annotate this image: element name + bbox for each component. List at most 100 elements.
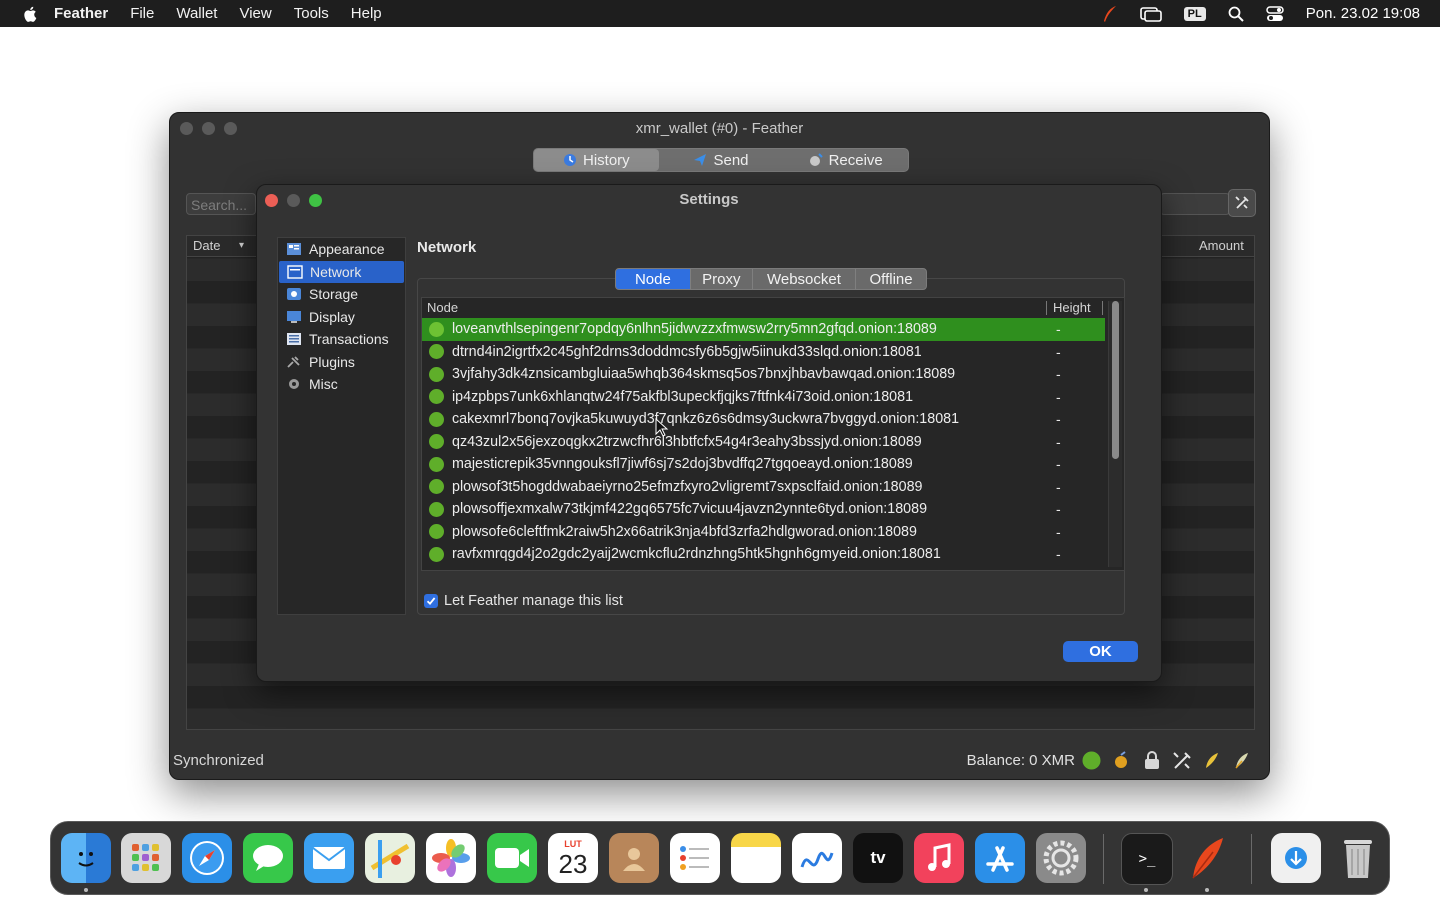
launchpad-icon[interactable] [121,833,171,883]
freeform-icon[interactable] [792,833,842,883]
column-node[interactable]: Node [427,300,458,315]
category-label: Storage [309,286,359,303]
tab-send[interactable]: Send [659,152,784,169]
appearance-icon [286,242,302,256]
category-network[interactable]: Network [279,260,404,283]
running-indicator [84,888,88,892]
history-filter-field[interactable] [1160,193,1230,215]
system-settings-icon[interactable] [1036,833,1086,883]
calendar-icon[interactable]: LUT 23 [548,833,598,883]
manage-list-option[interactable]: Let Feather manage this list [424,593,623,609]
node-row[interactable]: 3vjfahy3dk4znsicambgluiaa5whqb364skmsq5o… [422,363,1105,386]
node-height: - [1056,388,1061,405]
node-row[interactable]: qz43zul2x56jexzoqgkx2trzwcfhr6l3hbtfcfx5… [422,431,1105,454]
history-tools-button[interactable] [1228,189,1256,217]
ok-button[interactable]: OK [1063,641,1138,662]
category-label: Misc [309,376,338,393]
menu-clock[interactable]: Pon. 23.02 19:08 [1306,5,1420,22]
column-height[interactable]: Height [1053,300,1091,315]
node-address: ip4zpbps7unk6xhlanqtw24f75akfbl3upeckfjq… [452,388,914,405]
settings-category-list: Appearance Network Storage Display Trans… [277,237,406,615]
apple-menu-icon[interactable] [22,5,40,23]
tab-websocket[interactable]: Websocket [753,269,857,289]
menu-view[interactable]: View [239,5,271,22]
mail-icon[interactable] [304,833,354,883]
tab-receive[interactable]: Receive [783,152,908,169]
menu-app-name[interactable]: Feather [54,5,108,22]
photos-icon[interactable] [426,833,476,883]
node-row[interactable]: cakexmrl7bonq7ovjka5kuwuyd3f7qnkz6z6s6dm… [422,408,1105,431]
category-appearance[interactable]: Appearance [278,238,405,261]
running-indicator [1144,888,1148,892]
finder-icon[interactable] [61,833,111,883]
tor-icon[interactable] [1112,751,1131,770]
node-address: dtrnd4in2igrtfx2c45ghf2drns3doddmcsfy6b5… [452,343,922,360]
tab-offline[interactable]: Offline [856,269,926,289]
lock-icon[interactable] [1142,751,1161,770]
menu-wallet[interactable]: Wallet [176,5,217,22]
terminal-icon[interactable]: >_ [1121,833,1173,885]
tab-node[interactable]: Node [616,269,691,289]
node-row[interactable]: plowsoffjexmxalw73tkjmf422gq6575fc7vicuu… [422,498,1105,521]
menu-file[interactable]: File [130,5,154,22]
input-source-label: PL [1183,6,1206,21]
node-list-table[interactable]: Node Height loveanvthlsepingenr7opdqy6nl… [421,297,1125,571]
feather-status-icon[interactable] [1232,751,1251,770]
connection-status-icon[interactable] [1082,751,1101,770]
node-row[interactable]: loveanvthlsepingenr7opdqy6nlhn5jidwvzzxf… [422,318,1105,341]
scrollbar-thumb[interactable] [1112,301,1119,459]
node-status-dot [429,479,444,495]
reminders-icon[interactable] [670,833,720,883]
dock-separator [1251,834,1252,884]
spotlight-search-icon[interactable] [1228,6,1244,22]
history-search-input[interactable]: Search... [186,193,256,215]
column-date[interactable]: Date [193,238,220,253]
send-icon [694,154,707,166]
node-row[interactable]: plowsof3t5hogddwabaeiyrno25efmzfxyro2vli… [422,476,1105,499]
seed-icon[interactable] [1202,751,1221,770]
node-address: cakexmrl7bonq7ovjka5kuwuyd3f7qnkz6z6s6dm… [452,411,960,428]
history-icon [564,154,576,166]
music-icon[interactable] [914,833,964,883]
category-display[interactable]: Display [278,306,405,329]
notes-icon[interactable] [731,833,781,883]
control-center-icon[interactable] [1265,5,1284,22]
node-status-dot [429,366,444,382]
category-misc[interactable]: Misc [278,373,405,396]
facetime-icon[interactable] [487,833,537,883]
tab-proxy[interactable]: Proxy [691,269,753,289]
input-source-indicator[interactable]: PL [1183,6,1206,21]
maps-icon[interactable] [365,833,415,883]
node-row[interactable]: majesticrepik35vnngouksfl7jiwf6sj7s2doj3… [422,453,1105,476]
manage-list-checkbox[interactable] [424,594,438,608]
node-height: - [1056,321,1061,337]
screen-mirroring-icon[interactable] [1139,6,1162,22]
feather-tray-icon[interactable] [1102,5,1118,23]
category-storage[interactable]: Storage [278,283,405,306]
messages-icon[interactable] [243,833,293,883]
tab-history[interactable]: History [534,149,659,171]
node-height: - [1056,433,1061,450]
category-plugins[interactable]: Plugins [278,351,405,374]
node-address: plowsoffjexmxalw73tkjmf422gq6575fc7vicuu… [452,501,928,518]
node-list-scrollbar[interactable] [1108,301,1122,567]
category-transactions[interactable]: Transactions [278,328,405,351]
app-store-icon[interactable] [975,833,1025,883]
column-amount[interactable]: Amount [1199,238,1244,253]
safari-icon[interactable] [182,833,232,883]
downloads-folder-icon[interactable] [1271,833,1321,883]
feather-wallet-icon[interactable] [1182,833,1232,883]
apple-tv-icon[interactable]: tv [853,833,903,883]
menu-help[interactable]: Help [351,5,382,22]
node-row[interactable]: dtrnd4in2igrtfx2c45ghf2drns3doddmcsfy6b5… [422,341,1105,364]
node-row[interactable]: ip4zpbps7unk6xhlanqtw24f75akfbl3upeckfjq… [422,386,1105,409]
menu-tools[interactable]: Tools [294,5,329,22]
sync-status: Synchronized [173,752,264,769]
node-row[interactable]: plowsofe6cleftfmk2raiw5h2x66atrik3nja4bf… [422,521,1105,544]
node-height: - [1056,456,1061,472]
node-row[interactable]: ravfxmrqgd4j2o2gdc2yaij2wcmkcflu2rdnzhng… [422,543,1105,566]
dock: LUT 23 tv >_ [50,821,1390,895]
settings-tools-icon[interactable] [1172,751,1191,770]
trash-icon[interactable] [1333,833,1383,883]
contacts-icon[interactable] [609,833,659,883]
